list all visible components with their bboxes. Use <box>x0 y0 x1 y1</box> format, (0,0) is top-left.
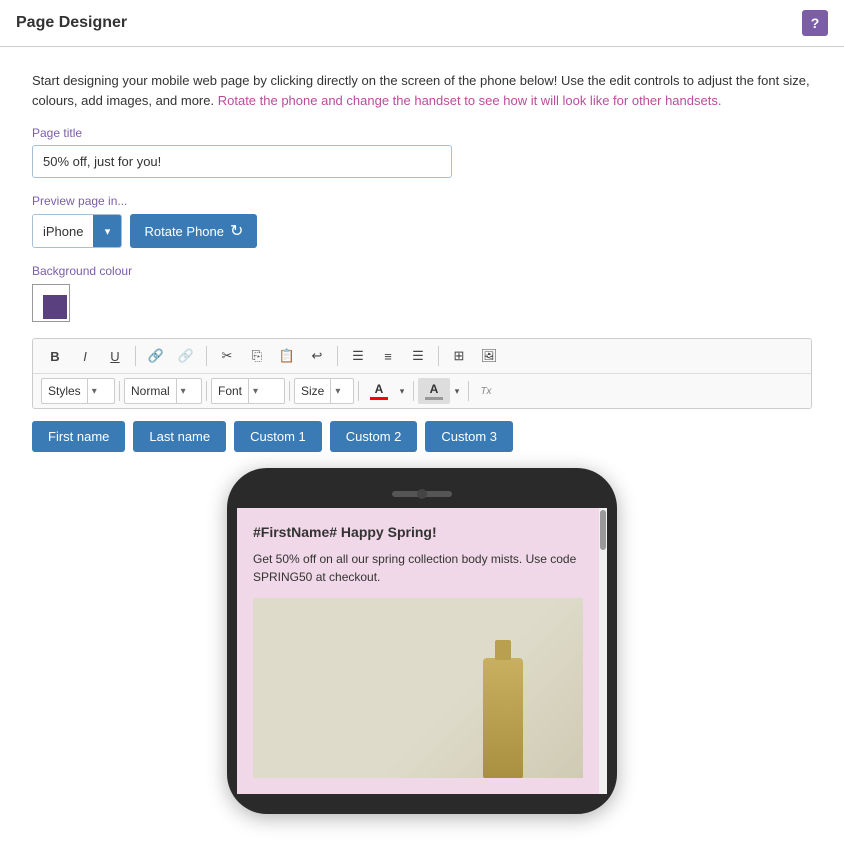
align-left-button[interactable]: ☰ <box>344 343 372 369</box>
styles-arrow-icon: ▾ <box>87 379 101 403</box>
toolbar-separator-9 <box>413 381 414 401</box>
merge-tag-firstname[interactable]: First name <box>32 421 125 452</box>
merge-tag-lastname[interactable]: Last name <box>133 421 226 452</box>
page-title: Page Designer <box>16 14 127 32</box>
italic-button[interactable]: I <box>71 343 99 369</box>
font-color-underline <box>370 397 388 400</box>
merge-tag-custom2[interactable]: Custom 2 <box>330 421 418 452</box>
help-button[interactable]: ? <box>802 10 828 36</box>
styles-dropdown[interactable]: Styles ▾ <box>41 378 115 404</box>
bold-button[interactable]: B <box>41 343 69 369</box>
toolbar-separator-2 <box>206 346 207 366</box>
styles-label: Styles <box>42 384 87 398</box>
rotate-label: Rotate Phone <box>144 224 224 239</box>
unlink-button[interactable]: 🔗 <box>172 343 200 369</box>
font-color-label: A <box>375 382 384 396</box>
size-dropdown[interactable]: Size ▾ <box>294 378 354 404</box>
page-title-label: Page title <box>32 126 812 140</box>
normal-arrow-icon: ▾ <box>176 379 190 403</box>
normal-dropdown[interactable]: Normal ▾ <box>124 378 202 404</box>
toolbar-separator-3 <box>337 346 338 366</box>
normal-label: Normal <box>125 384 176 398</box>
phone-scrollbar[interactable] <box>599 508 607 794</box>
merge-tags-row: First name Last name Custom 1 Custom 2 C… <box>32 421 812 452</box>
font-arrow-icon: ▾ <box>248 379 262 403</box>
font-dropdown[interactable]: Font ▾ <box>211 378 285 404</box>
intro-link-rotate: Rotate the phone and change the handset … <box>218 93 722 108</box>
undo-button[interactable]: ↩ <box>303 343 331 369</box>
merge-tag-custom1[interactable]: Custom 1 <box>234 421 322 452</box>
align-right-button[interactable]: ☰ <box>404 343 432 369</box>
phone-scrollbar-thumb <box>600 510 606 550</box>
title-bar: Page Designer ? <box>0 0 844 47</box>
phone-camera <box>417 489 427 499</box>
phone-content-bg: #FirstName# Happy Spring! Get 50% off on… <box>237 508 599 794</box>
bg-colour-swatch[interactable] <box>32 284 70 322</box>
toolbar-separator-6 <box>206 381 207 401</box>
phone-image-placeholder <box>253 598 583 778</box>
main-content: Start designing your mobile web page by … <box>0 47 844 838</box>
iphone-text: iPhone <box>33 215 93 247</box>
clear-format-button[interactable]: Tx <box>473 378 499 404</box>
image-button[interactable]: 🖼 <box>475 343 503 369</box>
align-center-button[interactable]: ≡ <box>374 343 402 369</box>
phone-screen: #FirstName# Happy Spring! Get 50% off on… <box>237 508 607 794</box>
size-label: Size <box>295 384 330 398</box>
toolbar-separator-8 <box>358 381 359 401</box>
phone-screen-inner: #FirstName# Happy Spring! Get 50% off on… <box>237 508 607 794</box>
phone-bottle-top <box>495 640 511 660</box>
phone-heading: #FirstName# Happy Spring! <box>253 524 583 540</box>
toolbar-separator-7 <box>289 381 290 401</box>
link-button[interactable]: 🔗 <box>142 343 170 369</box>
bg-colour-section: Background colour <box>32 264 812 322</box>
font-color-caret[interactable]: ▾ <box>395 378 409 404</box>
table-button[interactable]: ⊞ <box>445 343 473 369</box>
cut-button[interactable]: ✂ <box>213 343 241 369</box>
toolbar: B I U 🔗 🔗 ✂ ⎘ 📋 ↩ ☰ ≡ ☰ ⊞ 🖼 <box>32 338 812 409</box>
merge-tag-custom3[interactable]: Custom 3 <box>425 421 513 452</box>
paste-button[interactable]: 📋 <box>273 343 301 369</box>
underline-button[interactable]: U <box>101 343 129 369</box>
phone-top <box>237 480 607 508</box>
size-arrow-icon: ▾ <box>330 379 344 403</box>
preview-section: Preview page in... iPhone ▾ Rotate Phone… <box>32 194 812 248</box>
phone-content: #FirstName# Happy Spring! Get 50% off on… <box>237 508 599 794</box>
toolbar-separator-4 <box>438 346 439 366</box>
preview-controls: iPhone ▾ Rotate Phone ↻ <box>32 214 812 248</box>
page-title-input[interactable] <box>32 145 452 178</box>
toolbar-row2: Styles ▾ Normal ▾ Font ▾ Size <box>33 374 811 408</box>
phone-body-text: Get 50% off on all our spring collection… <box>253 550 583 586</box>
font-label: Font <box>212 384 248 398</box>
bg-color-caret[interactable]: ▾ <box>450 378 464 404</box>
rotate-phone-button[interactable]: Rotate Phone ↻ <box>130 214 257 248</box>
toolbar-row1: B I U 🔗 🔗 ✂ ⎘ 📋 ↩ ☰ ≡ ☰ ⊞ 🖼 <box>33 339 811 374</box>
rotate-icon: ↻ <box>230 221 243 241</box>
colour-swatch-inner <box>43 295 67 319</box>
iphone-dropdown[interactable]: iPhone ▾ <box>32 214 122 248</box>
toolbar-separator-10 <box>468 381 469 401</box>
bg-color-button[interactable]: A <box>418 378 450 404</box>
iphone-caret-icon[interactable]: ▾ <box>93 215 121 247</box>
phone-frame: #FirstName# Happy Spring! Get 50% off on… <box>227 468 617 814</box>
bg-color-underline <box>425 397 443 400</box>
phone-bottle <box>483 658 523 778</box>
font-color-button[interactable]: A <box>363 378 395 404</box>
toolbar-separator-5 <box>119 381 120 401</box>
shadow-overlay <box>253 598 583 778</box>
toolbar-separator-1 <box>135 346 136 366</box>
bg-color-label: A <box>430 382 439 396</box>
intro-text: Start designing your mobile web page by … <box>32 71 812 110</box>
bg-colour-label: Background colour <box>32 264 812 278</box>
preview-label: Preview page in... <box>32 194 812 208</box>
phone-preview: #FirstName# Happy Spring! Get 50% off on… <box>32 468 812 814</box>
copy-button[interactable]: ⎘ <box>243 343 271 369</box>
